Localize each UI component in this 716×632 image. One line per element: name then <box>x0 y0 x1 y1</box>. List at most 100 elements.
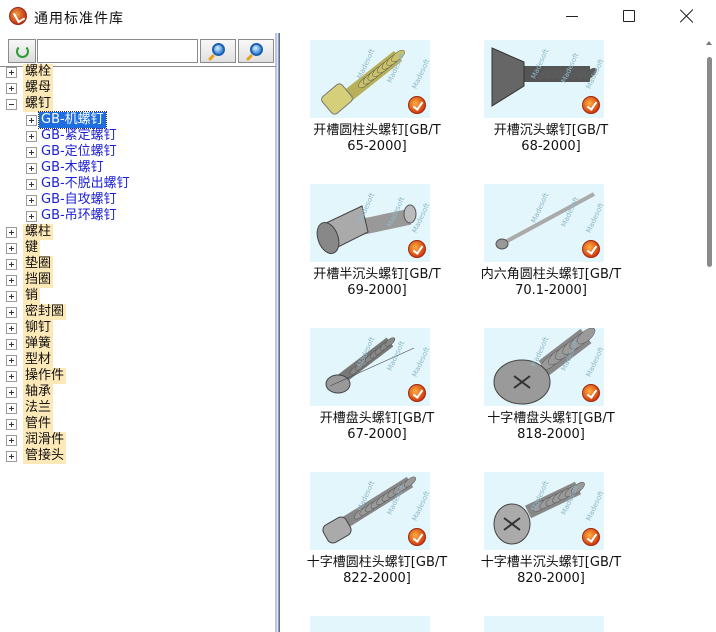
tree-category-label[interactable]: 弹簧 <box>23 336 54 352</box>
tree-subcategory[interactable]: GB-定位螺钉 <box>0 144 276 160</box>
tree-category[interactable]: 管接头 <box>0 448 276 464</box>
slotted-countersunk-screw-icon[interactable]: Madesoft Madesoft Madesoft <box>484 40 604 118</box>
expand-icon[interactable] <box>6 435 17 446</box>
part-thumbnail-partial[interactable] <box>310 616 430 632</box>
tree-category-label[interactable]: 管接头 <box>23 448 67 464</box>
tree-category-label[interactable]: 垫圈 <box>23 256 54 272</box>
expand-icon[interactable] <box>6 419 17 430</box>
slotted-cheese-head-screw-icon[interactable]: Madesoft Madesoft Madesoft <box>310 40 430 118</box>
tree-category-label[interactable]: 螺栓 <box>23 64 54 80</box>
scroll-up-icon[interactable] <box>706 41 712 45</box>
tree-subcategory[interactable]: GB-吊环螺钉 <box>0 208 276 224</box>
slotted-raised-countersunk-screw-icon[interactable]: Madesoft Madesoft Madesoft <box>310 184 430 262</box>
tree-category-label[interactable]: 密封圈 <box>23 304 67 320</box>
expand-icon[interactable] <box>6 387 17 398</box>
tree-subcategory[interactable]: GB-不脱出螺钉 <box>0 176 276 192</box>
gallery-scrollbar[interactable] <box>702 33 716 632</box>
tree-category[interactable]: 螺钉 <box>0 96 276 112</box>
cross-recessed-cheese-head-screw-icon[interactable]: Madesoft Madesoft Madesoft <box>310 472 430 550</box>
tree-category[interactable]: 铆钉 <box>0 320 276 336</box>
expand-icon[interactable] <box>6 227 17 238</box>
tree-category-label[interactable]: 螺母 <box>23 80 54 96</box>
tree-category[interactable]: 法兰 <box>0 400 276 416</box>
expand-icon[interactable] <box>6 243 17 254</box>
tree-category[interactable]: 管件 <box>0 416 276 432</box>
expand-icon[interactable] <box>6 339 17 350</box>
part-card[interactable]: Madesoft Madesoft Madesoft 开槽半沉头螺钉[GB/T 69-2… <box>287 177 467 313</box>
expand-icon[interactable] <box>6 323 17 334</box>
tree-category-label[interactable]: 键 <box>23 240 41 256</box>
part-card[interactable]: Madesoft Madesoft Madesoft 内六角圆柱头螺钉[GB/T 70.… <box>461 177 641 313</box>
tree-category[interactable]: 键 <box>0 240 276 256</box>
tree-category[interactable]: 垫圈 <box>0 256 276 272</box>
tree-subcategory-label[interactable]: GB-机螺钉 <box>38 111 107 129</box>
tree-category[interactable]: 密封圈 <box>0 304 276 320</box>
tree-subcategory[interactable]: GB-机螺钉 <box>0 111 276 129</box>
part-card[interactable]: Madesoft Madesoft Madesoft 开槽盘头螺钉[GB/T 67-20… <box>287 321 467 457</box>
expand-icon[interactable] <box>6 355 17 366</box>
expand-icon[interactable] <box>6 307 17 318</box>
tree-category-label[interactable]: 挡圈 <box>23 272 54 288</box>
tree-category[interactable]: 螺柱 <box>0 224 276 240</box>
maximize-button[interactable] <box>600 0 658 33</box>
tree-category-label[interactable]: 销 <box>23 288 41 304</box>
expand-icon[interactable] <box>26 163 37 174</box>
tree-subcategory[interactable]: GB-自攻螺钉 <box>0 192 276 208</box>
tree-category[interactable]: 操作件 <box>0 368 276 384</box>
part-card[interactable]: Madesoft Madesoft Madesoft 十字槽半沉头螺钉[GB/T 820… <box>461 465 641 601</box>
expand-icon[interactable] <box>26 131 37 142</box>
tree-category-label[interactable]: 型材 <box>23 352 54 368</box>
part-card[interactable]: Madesoft Madesoft Madesoft 十字槽圆柱头螺钉[GB/T 822… <box>287 465 467 601</box>
tree-category[interactable]: 弹簧 <box>0 336 276 352</box>
expand-icon[interactable] <box>6 275 17 286</box>
refresh-button[interactable] <box>8 39 36 63</box>
collapse-icon[interactable] <box>6 99 17 110</box>
expand-icon[interactable] <box>26 147 37 158</box>
expand-icon[interactable] <box>26 179 37 190</box>
tree-category-label[interactable]: 轴承 <box>23 384 54 400</box>
tree-subcategory-label[interactable]: GB-紧定螺钉 <box>39 128 119 144</box>
tree-category-label[interactable]: 法兰 <box>23 400 54 416</box>
tree-category[interactable]: 销 <box>0 288 276 304</box>
tree-category[interactable]: 润滑件 <box>0 432 276 448</box>
tree-subcategory[interactable]: GB-紧定螺钉 <box>0 128 276 144</box>
tree-category[interactable]: 螺母 <box>0 80 276 96</box>
part-card[interactable]: Madesoft Madesoft Madesoft 开槽沉头螺钉[GB/T 68-20… <box>461 33 641 169</box>
cross-recessed-pan-head-screw-icon[interactable]: Madesoft Madesoft Madesoft <box>484 328 604 406</box>
slotted-pan-head-screw-icon[interactable]: Madesoft Madesoft Madesoft <box>310 328 430 406</box>
expand-icon[interactable] <box>26 195 37 206</box>
tree-subcategory-label[interactable]: GB-定位螺钉 <box>39 144 119 160</box>
part-thumbnail-partial[interactable] <box>484 616 604 632</box>
tree-category[interactable]: 挡圈 <box>0 272 276 288</box>
tree-category[interactable]: 轴承 <box>0 384 276 400</box>
part-card[interactable]: Madesoft Madesoft Madesoft 十字槽盘头螺钉[GB/T 818-… <box>461 321 641 457</box>
tree-category-label[interactable]: 管件 <box>23 416 54 432</box>
expand-icon[interactable] <box>6 83 17 94</box>
expand-icon[interactable] <box>26 211 37 222</box>
hexagon-socket-cap-screw-icon[interactable]: Madesoft Madesoft Madesoft <box>484 184 604 262</box>
minimize-button[interactable] <box>543 0 601 33</box>
expand-icon[interactable] <box>6 67 17 78</box>
tree-subcategory[interactable]: GB-木螺钉 <box>0 160 276 176</box>
part-card[interactable]: Madesoft Madesoft Madesoft 开槽圆柱头螺钉[GB/T 65-2… <box>287 33 467 169</box>
tree-category-label[interactable]: 操作件 <box>23 368 67 384</box>
tree-category-label[interactable]: 螺钉 <box>23 96 54 112</box>
expand-icon[interactable] <box>6 371 17 382</box>
close-button[interactable] <box>658 0 716 33</box>
tree-category-label[interactable]: 铆钉 <box>23 320 54 336</box>
tree-category-label[interactable]: 润滑件 <box>23 432 67 448</box>
tree-category-label[interactable]: 螺柱 <box>23 224 54 240</box>
tree-subcategory-label[interactable]: GB-吊环螺钉 <box>39 208 119 224</box>
search-input[interactable] <box>37 39 198 63</box>
tree-subcategory-label[interactable]: GB-自攻螺钉 <box>39 192 119 208</box>
search-button[interactable] <box>200 39 236 63</box>
search-next-button[interactable] <box>238 39 274 63</box>
expand-icon[interactable] <box>6 259 17 270</box>
cross-recessed-raised-countersunk-screw-icon[interactable]: Madesoft Madesoft Madesoft <box>484 472 604 550</box>
tree-category[interactable]: 螺栓 <box>0 64 276 80</box>
expand-icon[interactable] <box>6 403 17 414</box>
expand-icon[interactable] <box>26 115 37 126</box>
expand-icon[interactable] <box>6 451 17 462</box>
tree-category[interactable]: 型材 <box>0 352 276 368</box>
expand-icon[interactable] <box>6 291 17 302</box>
